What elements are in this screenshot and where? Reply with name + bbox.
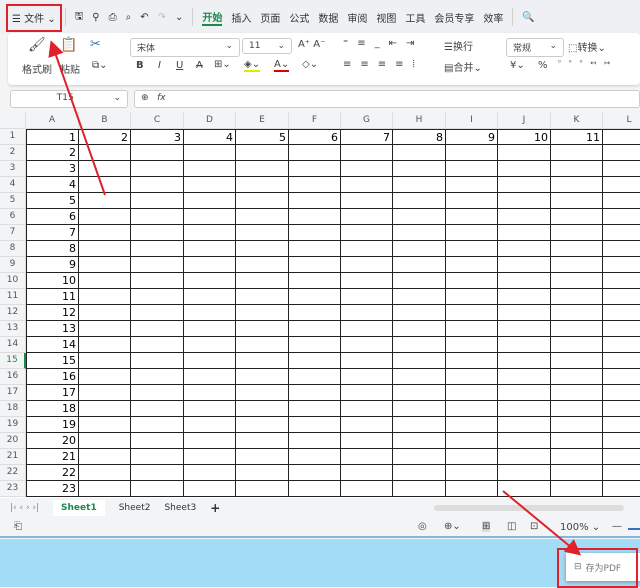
arrow-to-file — [48, 40, 106, 196]
arrow-to-pdf — [502, 490, 582, 556]
annotation-arrows — [48, 40, 582, 556]
